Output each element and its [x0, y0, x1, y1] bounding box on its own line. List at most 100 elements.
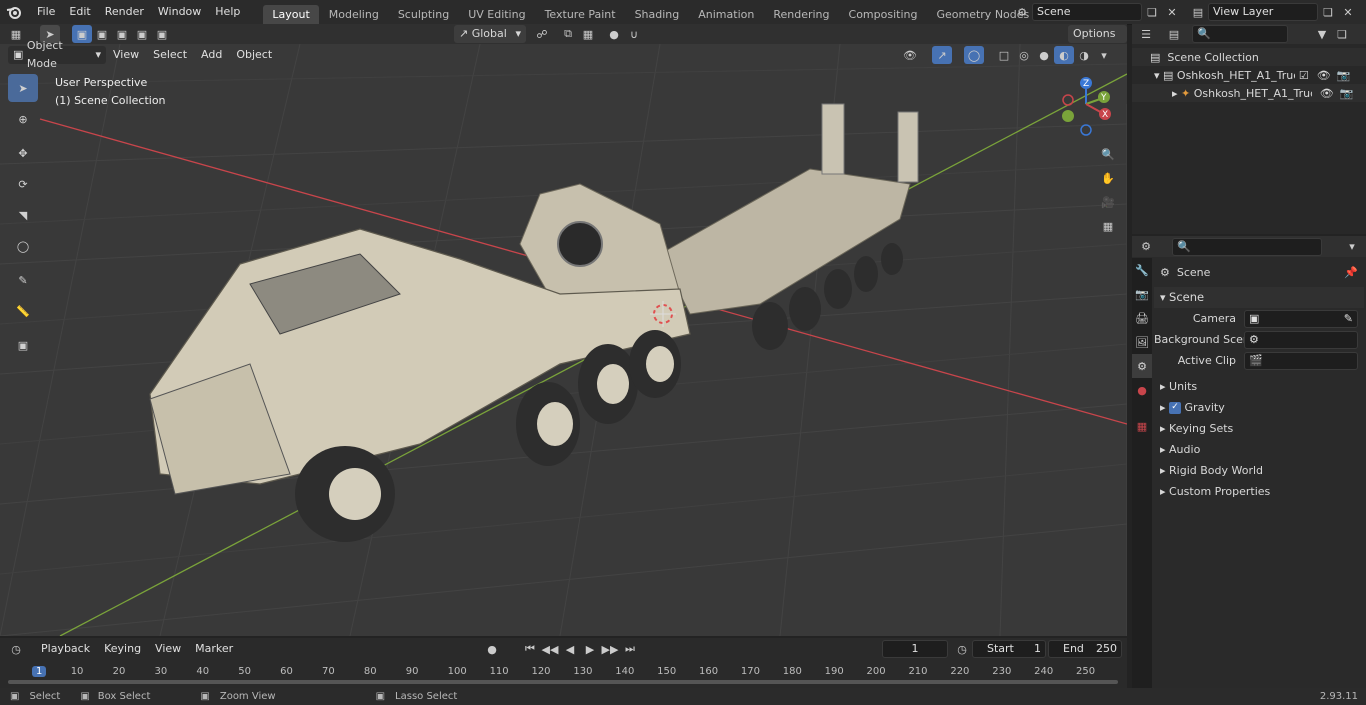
snap-icon[interactable]: ⧉ [558, 25, 578, 43]
menu-window[interactable]: Window [151, 0, 208, 24]
view-layer-icon[interactable]: ▤ [1188, 3, 1208, 21]
mode-intersect-icon[interactable]: ▣ [152, 25, 172, 43]
tab-animation[interactable]: Animation [689, 5, 763, 24]
gizmo-toggle-icon[interactable]: ↗ [932, 46, 952, 64]
panel-keying-sets[interactable]: ▸ Keying Sets [1154, 418, 1364, 439]
snap-target-icon[interactable]: ▦ [578, 25, 598, 43]
eyedropper-icon[interactable]: ✎ [1344, 311, 1353, 327]
menu-edit[interactable]: Edit [62, 0, 97, 24]
proportional-edit-icon[interactable]: ● [604, 25, 624, 43]
world-tab-icon[interactable]: ● [1132, 378, 1152, 402]
tool-tab-icon[interactable]: 🔧 [1132, 258, 1152, 282]
mode-subtract-icon[interactable]: ▣ [112, 25, 132, 43]
visibility-icon[interactable]: 👁 [900, 46, 920, 64]
new-collection-icon[interactable]: ❏ [1332, 25, 1352, 43]
tab-shading[interactable]: Shading [626, 5, 689, 24]
tab-rendering[interactable]: Rendering [764, 5, 838, 24]
play-icon[interactable]: ▶ [580, 640, 600, 658]
menu-render[interactable]: Render [98, 0, 151, 24]
panel-units[interactable]: ▸ Units [1154, 376, 1364, 397]
tab-layout[interactable]: Layout [263, 5, 319, 24]
mode-invert-icon[interactable]: ▣ [132, 25, 152, 43]
camera-field[interactable]: ▣ ✎ [1244, 309, 1358, 328]
timeline-menu-view[interactable]: View [148, 638, 188, 660]
viewport-menu-add[interactable]: Add [194, 43, 229, 67]
outliner-row-truck-object[interactable]: ▸ ✦ Oshkosh_HET_A1_Truck_ 👁 📷 [1132, 84, 1366, 102]
wireframe-shading-icon[interactable]: ◎ [1014, 46, 1034, 64]
blender-logo-icon[interactable] [4, 3, 24, 21]
tab-sculpting[interactable]: Sculpting [389, 5, 458, 24]
menu-help[interactable]: Help [208, 0, 247, 24]
outliner-row-scene-collection[interactable]: ▤ Scene Collection [1132, 48, 1366, 66]
eye-icon[interactable]: 👁 [1317, 69, 1331, 82]
pin-icon[interactable]: 📌 [1344, 262, 1358, 283]
texture-tab-icon[interactable]: ▦ [1132, 414, 1152, 438]
overlay-toggle-icon[interactable]: ◯ [964, 46, 984, 64]
zoom-icon[interactable]: 🔍 [1098, 142, 1118, 166]
expand-chevron-icon[interactable]: ▾ [1154, 69, 1163, 82]
outliner-search-input[interactable]: 🔍 [1192, 25, 1288, 43]
jump-end-icon[interactable]: ⏭ [620, 640, 640, 658]
viewport-menu-select[interactable]: Select [146, 43, 194, 67]
panel-rigid-body-world[interactable]: ▸ Rigid Body World [1154, 460, 1364, 481]
eye-icon[interactable]: 👁 [1320, 87, 1334, 100]
background-scene-field[interactable]: ⚙ [1244, 330, 1358, 349]
active-clip-field[interactable]: 🎬 [1244, 351, 1358, 370]
camera-render-icon[interactable]: 📷 [1340, 87, 1354, 100]
record-icon[interactable]: ● [482, 640, 502, 658]
camera-render-icon[interactable]: 📷 [1337, 69, 1351, 82]
new-view-layer-icon[interactable]: ❏ [1318, 3, 1338, 21]
viewport-menu-view[interactable]: View [106, 43, 146, 67]
current-frame-indicator[interactable]: 1 [32, 666, 47, 677]
navigation-gizmo[interactable]: Z Y X [1058, 76, 1122, 140]
view-layer-field[interactable]: View Layer [1208, 3, 1318, 21]
annotate-tool-icon[interactable]: ✎ [8, 266, 38, 294]
outliner-editor-icon[interactable]: ☰ [1136, 25, 1156, 43]
select-box-tool-icon[interactable]: ➤ [8, 74, 38, 102]
viewport-canvas[interactable] [0, 44, 1127, 636]
delete-scene-icon[interactable]: ✕ [1162, 3, 1182, 21]
gravity-checkbox[interactable]: ✓ [1169, 401, 1182, 414]
shading-options-icon[interactable]: ▾ [1094, 46, 1114, 64]
measure-tool-icon[interactable]: 📏 [8, 297, 38, 325]
jump-start-icon[interactable]: ⏮ [520, 640, 540, 658]
new-scene-icon[interactable]: ❏ [1142, 3, 1162, 21]
play-reverse-icon[interactable]: ◀ [560, 640, 580, 658]
editor-type-icon[interactable]: ▦ [6, 25, 26, 43]
properties-editor-icon[interactable]: ⚙ [1136, 238, 1156, 256]
transform-tool-icon[interactable]: ◯ [8, 232, 38, 260]
timeline-editor-icon[interactable]: ◷ [6, 640, 26, 658]
tab-texture-paint[interactable]: Texture Paint [536, 5, 625, 24]
expand-chevron-icon[interactable]: ▸ [1172, 87, 1181, 100]
pivot-icon[interactable]: ☍ [532, 25, 552, 43]
timeline-menu-playback[interactable]: Playback [34, 638, 97, 660]
view-layer-tab-icon[interactable]: 🖼 [1132, 330, 1152, 354]
output-tab-icon[interactable]: 🖨 [1132, 306, 1152, 330]
scene-tab-icon[interactable]: ⚙ [1132, 354, 1152, 378]
rotate-tool-icon[interactable]: ⟳ [8, 170, 38, 198]
perspective-grid-icon[interactable]: ▦ [1098, 214, 1118, 238]
current-frame-field[interactable]: 1 [882, 640, 948, 658]
options-button[interactable]: Options ▾ [1068, 25, 1127, 58]
scale-tool-icon[interactable]: ◥ [8, 201, 38, 229]
panel-custom-properties[interactable]: ▸ Custom Properties [1154, 481, 1364, 502]
panel-gravity[interactable]: ▸ ✓ Gravity [1154, 397, 1364, 418]
scene-name-field[interactable]: Scene [1032, 3, 1142, 21]
rendered-shading-icon[interactable]: ◑ [1074, 46, 1094, 64]
scene-icon[interactable]: ⚙ [1012, 3, 1032, 21]
properties-options-icon[interactable]: ▾ [1342, 238, 1362, 256]
cursor-tool-icon[interactable]: ⊕ [8, 105, 38, 133]
display-mode-icon[interactable]: ▤ [1164, 25, 1184, 43]
next-keyframe-icon[interactable]: ▶▶ [600, 640, 620, 658]
mode-dropdown[interactable]: ▣ Object Mode ▾ [8, 39, 106, 70]
render-tab-icon[interactable]: 📷 [1132, 282, 1152, 306]
tab-uv-editing[interactable]: UV Editing [459, 5, 534, 24]
exclude-checkbox-icon[interactable]: ☑ [1299, 69, 1309, 82]
solid-shading-icon[interactable]: ● [1034, 46, 1054, 64]
menu-file[interactable]: File [30, 0, 62, 24]
properties-search-input[interactable]: 🔍 [1172, 237, 1322, 256]
camera-view-icon[interactable]: 🎥 [1098, 190, 1118, 214]
tab-modeling[interactable]: Modeling [320, 5, 388, 24]
timeline-scrollbar[interactable] [8, 680, 1118, 684]
filter-icon[interactable]: ▼ [1312, 25, 1332, 43]
